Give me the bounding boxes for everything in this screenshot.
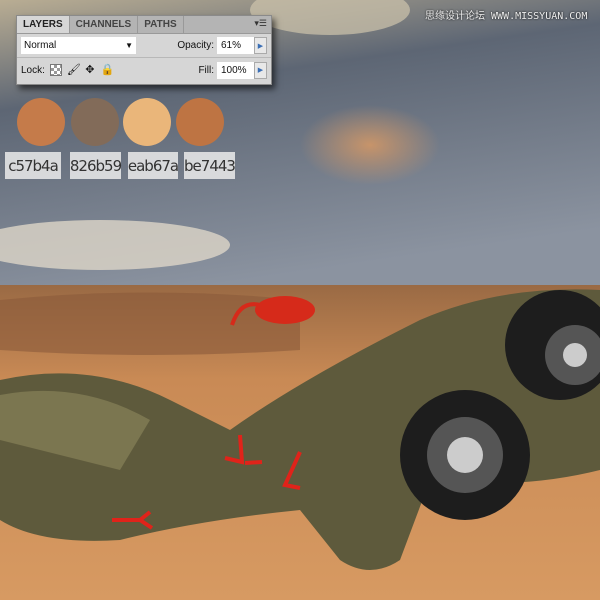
fill-label: Fill: (198, 64, 214, 76)
lock-transparent-icon[interactable] (49, 64, 62, 76)
blend-row: Normal ▼ Opacity: 61% ▶ (17, 34, 271, 58)
color-swatch (176, 98, 224, 146)
swatch-hex-label: eab67a (128, 152, 179, 179)
tab-paths[interactable]: PATHS (138, 16, 184, 33)
color-swatch (71, 98, 119, 146)
lock-row: Lock: 🖌 ✥ 🔒 Fill: 100% ▶ (17, 58, 271, 82)
lock-brush-icon[interactable]: 🖌 (67, 64, 81, 76)
color-swatch (17, 98, 65, 146)
layers-panel: LAYERS CHANNELS PATHS ▾☰ Normal ▼ Opacity… (16, 15, 272, 85)
panel-tabs: LAYERS CHANNELS PATHS ▾☰ (17, 16, 271, 34)
tab-channels[interactable]: CHANNELS (70, 16, 139, 33)
watermark: 思缘设计论坛 WWW.MISSYUAN.COM (425, 11, 588, 22)
lock-all-icon[interactable]: 🔒 (101, 64, 115, 76)
swatch-hex-label: be7443 (184, 152, 236, 179)
opacity-label: Opacity: (177, 40, 214, 51)
opacity-input[interactable]: 61% (217, 37, 254, 54)
fill-slider-arrow-icon[interactable]: ▶ (254, 61, 267, 79)
lock-move-icon[interactable]: ✥ (84, 64, 96, 76)
blend-mode-select[interactable]: Normal ▼ (21, 37, 136, 54)
chevron-down-icon: ▼ (125, 41, 133, 50)
color-swatch (123, 98, 171, 146)
tab-layers[interactable]: LAYERS (17, 16, 70, 33)
lock-label: Lock: (21, 64, 45, 76)
opacity-slider-arrow-icon[interactable]: ▶ (254, 37, 267, 54)
panel-menu-icon[interactable]: ▾☰ (250, 16, 271, 33)
canvas-artwork (0, 0, 600, 600)
blend-mode-value: Normal (24, 40, 57, 51)
swatch-hex-label: c57b4a (5, 152, 61, 179)
swatch-hex-label: 826b59 (70, 152, 122, 179)
fill-input[interactable]: 100% (217, 61, 254, 79)
